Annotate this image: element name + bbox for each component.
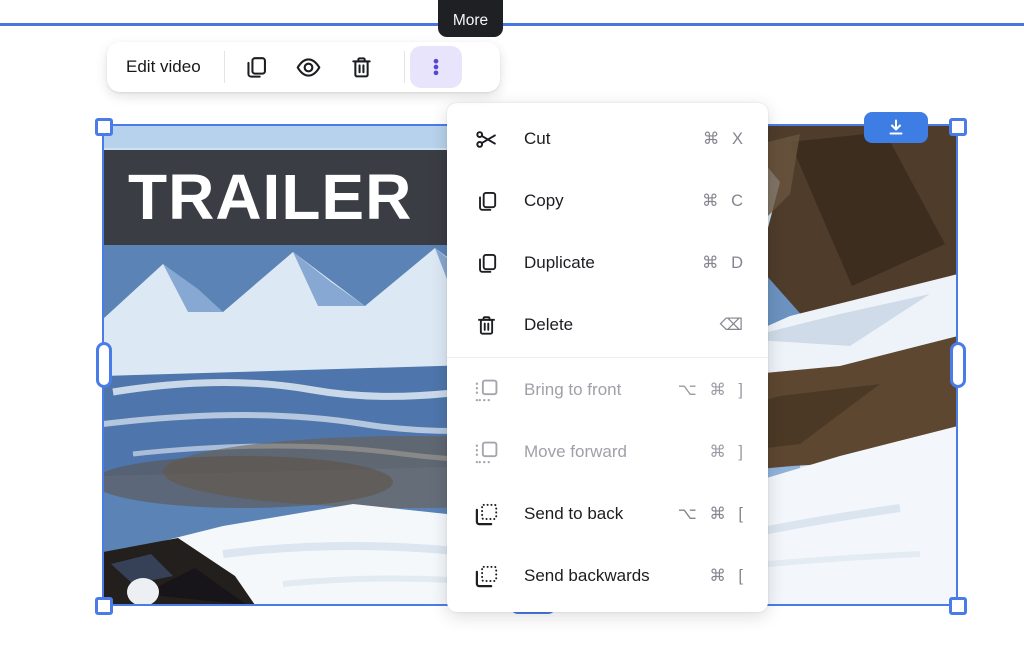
menu-item-delete[interactable]: Delete ⌫ [447,294,768,356]
resize-handle-bottom-right[interactable] [949,597,967,615]
menu-item-label: Duplicate [524,253,595,273]
menu-item-shortcut: ⌘ X [703,129,744,149]
menu-item-cut[interactable]: Cut ⌘ X [447,108,768,170]
download-arrow-icon [884,116,908,140]
resize-handle-right[interactable] [950,342,966,388]
trash-icon [474,313,498,337]
copy-button[interactable] [234,45,278,89]
preview-eye-icon [295,54,322,81]
menu-item-bring-to-front[interactable]: Bring to front ⌥ ⌘ ] [447,359,768,421]
context-menu: Cut ⌘ X Copy ⌘ C Duplicate ⌘ D [447,103,768,612]
menu-item-send-backwards[interactable]: Send backwards ⌘ [ [447,545,768,607]
resize-handle-left[interactable] [96,342,112,388]
move-forward-icon [474,440,498,464]
menu-item-shortcut: ⌘ ] [709,442,744,462]
resize-handle-top-right[interactable] [949,118,967,136]
copy-icon [474,189,498,213]
menu-item-label: Delete [524,315,573,335]
toolbar-divider [404,51,405,83]
more-vertical-dots-icon [424,55,448,79]
edit-video-button[interactable]: Edit video [126,57,201,77]
delete-button[interactable] [340,45,384,89]
menu-item-label: Copy [524,191,564,211]
menu-item-shortcut: ⌘ D [702,253,744,273]
menu-item-shortcut: ⌘ C [702,191,744,211]
menu-item-label: Send to back [524,504,623,524]
copy-icon [243,55,268,80]
menu-item-label: Cut [524,129,550,149]
menu-item-send-to-back[interactable]: Send to back ⌥ ⌘ [ [447,483,768,545]
menu-item-label: Move forward [524,442,627,462]
menu-item-label: Bring to front [524,380,621,400]
send-back-icon [474,502,498,526]
menu-item-copy[interactable]: Copy ⌘ C [447,170,768,232]
resize-handle-top-left[interactable] [95,118,113,136]
menu-item-label: Send backwards [524,566,650,586]
delete-trash-icon [349,55,374,80]
resize-handle-bottom-left[interactable] [95,597,113,615]
preview-button[interactable] [287,45,331,89]
duplicate-icon [474,251,498,275]
more-tooltip: More [438,0,503,37]
bring-front-icon [474,378,498,402]
menu-item-shortcut: ⌘ [ [709,566,744,586]
send-backwards-icon [474,564,498,588]
more-button[interactable] [410,46,462,88]
menu-item-shortcut: ⌥ ⌘ [ [678,504,744,524]
element-toolbar: Edit video [107,42,500,92]
menu-item-duplicate[interactable]: Duplicate ⌘ D [447,232,768,294]
download-button[interactable] [864,112,928,143]
scissors-icon [474,127,498,151]
menu-divider [447,357,768,358]
toolbar-divider [224,51,225,83]
page-edge-guide [0,23,1024,26]
menu-item-shortcut: ⌫ [720,315,744,335]
menu-item-shortcut: ⌥ ⌘ ] [678,380,744,400]
menu-item-move-forward[interactable]: Move forward ⌘ ] [447,421,768,483]
editor-canvas: TRAILER [0,0,1024,655]
tooltip-label: More [453,12,488,30]
